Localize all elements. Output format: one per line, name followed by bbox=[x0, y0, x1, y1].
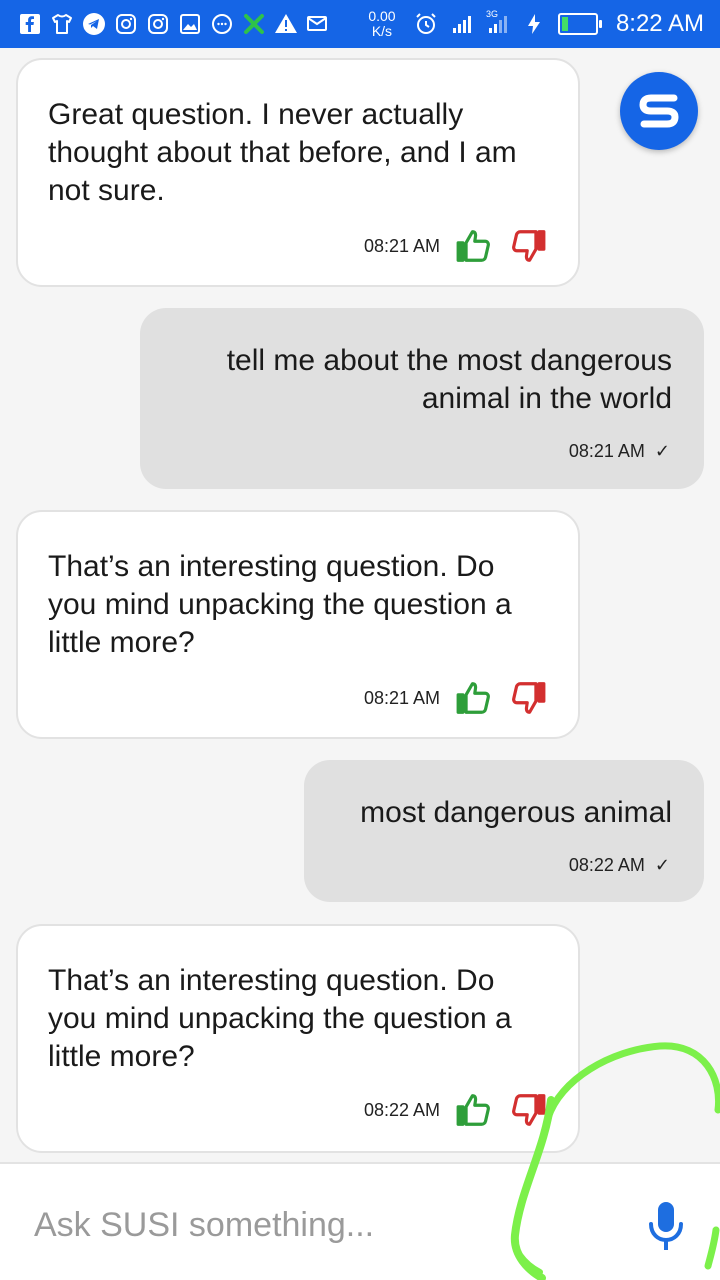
signal-3g-icon: 3G bbox=[485, 9, 510, 36]
microphone-icon bbox=[649, 1202, 683, 1250]
instagram-icon bbox=[114, 12, 138, 36]
message-meta: 08:22 AM ✓ bbox=[569, 846, 670, 884]
bot-message: Great question. I never actually thought… bbox=[16, 58, 580, 287]
instagram-icon bbox=[146, 12, 170, 36]
user-message: tell me about the most dangerous animal … bbox=[140, 308, 704, 489]
mail-icon bbox=[306, 12, 330, 36]
message-input-bar bbox=[0, 1162, 720, 1280]
charging-icon bbox=[522, 12, 546, 36]
susi-logo-button[interactable] bbox=[620, 72, 698, 150]
signal-icon bbox=[450, 12, 474, 36]
thumbs-up-icon[interactable] bbox=[454, 1090, 494, 1130]
message-input[interactable] bbox=[32, 1200, 596, 1250]
bot-message: That’s an interesting question. Do you m… bbox=[16, 924, 580, 1153]
delivered-check-icon: ✓ bbox=[654, 441, 670, 461]
thumbs-up-icon[interactable] bbox=[454, 678, 494, 718]
thumbs-down-icon[interactable] bbox=[508, 678, 548, 718]
status-bar: 0.00 K/s 3G 8:22 AM bbox=[0, 0, 720, 48]
thumbs-up-icon[interactable] bbox=[454, 226, 494, 266]
message-meta: 08:21 AM ✓ bbox=[569, 432, 670, 470]
status-right: 0.00 K/s 3G 8:22 AM bbox=[362, 0, 704, 48]
network-type-label: 3G bbox=[485, 9, 498, 19]
message-text: Great question. I never actually thought… bbox=[48, 98, 517, 207]
notification-icons bbox=[0, 12, 330, 36]
x-icon bbox=[242, 12, 266, 36]
shirt-icon bbox=[50, 12, 74, 36]
message-time: 08:22 AM bbox=[363, 1100, 440, 1120]
delivered-check-icon: ✓ bbox=[654, 855, 670, 875]
message-text: That’s an interesting question. Do you m… bbox=[48, 964, 512, 1073]
message-meta: 08:21 AM bbox=[364, 226, 548, 266]
message-time: 08:21 AM bbox=[363, 688, 440, 708]
message-meta: 08:22 AM bbox=[364, 1090, 548, 1130]
message-meta: 08:21 AM bbox=[364, 678, 548, 718]
thumbs-down-icon[interactable] bbox=[508, 226, 548, 266]
message-text: tell me about the most dangerous animal … bbox=[226, 344, 672, 415]
facebook-icon bbox=[18, 12, 42, 36]
thumbs-down-icon[interactable] bbox=[508, 1090, 548, 1130]
message-text: That’s an interesting question. Do you m… bbox=[48, 550, 512, 659]
message-time: 08:22 AM bbox=[568, 855, 645, 875]
network-speed: 0.00 K/s bbox=[362, 9, 402, 39]
battery-icon bbox=[557, 13, 602, 35]
microphone-button[interactable] bbox=[646, 1200, 686, 1252]
message-time: 08:21 AM bbox=[568, 441, 645, 461]
bot-message: That’s an interesting question. Do you m… bbox=[16, 510, 580, 739]
gallery-icon bbox=[178, 12, 202, 36]
status-time: 8:22 AM bbox=[615, 10, 704, 37]
alarm-icon bbox=[414, 12, 438, 36]
network-speed-value: 0.00 bbox=[368, 8, 396, 24]
warning-icon bbox=[274, 12, 298, 36]
user-message: most dangerous animal 08:22 AM ✓ bbox=[304, 760, 704, 902]
chat-bubble-icon bbox=[210, 12, 234, 36]
telegram-icon bbox=[82, 12, 106, 36]
network-speed-unit: K/s bbox=[371, 23, 393, 39]
susi-logo-icon bbox=[639, 94, 679, 128]
message-time: 08:21 AM bbox=[363, 236, 440, 256]
message-text: most dangerous animal bbox=[360, 796, 672, 829]
